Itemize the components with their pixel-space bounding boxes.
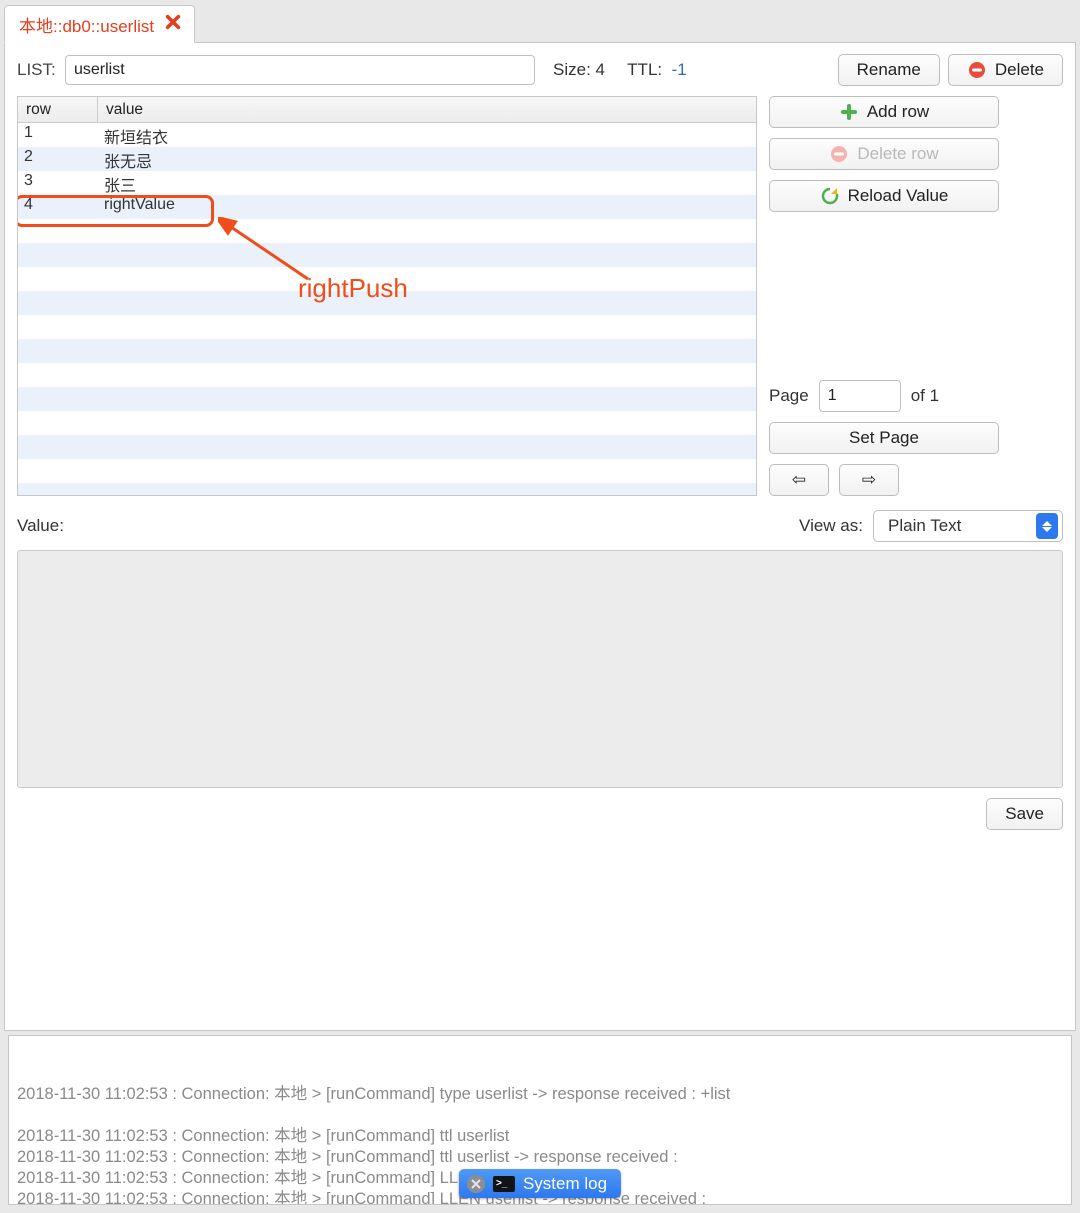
list-table[interactable]: row value 1新垣结衣2张无忌3张三4rightValue rightP… (17, 96, 757, 496)
value-label: Value: (17, 516, 64, 536)
workspace: 本地::db0::userlist LIST: Size: 4 TTL: -1 … (0, 0, 1080, 1213)
key-row: LIST: Size: 4 TTL: -1 Rename Delete (17, 54, 1063, 86)
refresh-icon (820, 186, 840, 206)
delete-row-button[interactable]: Delete row (769, 138, 999, 170)
key-name-input[interactable] (65, 55, 535, 85)
page-label: Page (769, 386, 809, 406)
close-circle-icon[interactable] (467, 1175, 485, 1193)
cell-value: 张三 (98, 171, 756, 195)
table-row[interactable]: 2张无忌 (18, 147, 756, 171)
reload-value-button[interactable]: Reload Value (769, 180, 999, 212)
save-button[interactable]: Save (986, 798, 1063, 830)
tab-strip: 本地::db0::userlist (4, 4, 1076, 42)
table-row[interactable]: 1新垣结衣 (18, 123, 756, 147)
next-page-button[interactable]: ⇨ (839, 464, 899, 496)
ttl-label: TTL: -1 (613, 60, 687, 80)
cell-row: 2 (18, 147, 98, 171)
close-icon[interactable] (164, 13, 182, 36)
prev-page-button[interactable]: ⇦ (769, 464, 829, 496)
cell-row: 1 (18, 123, 98, 147)
cell-value: 新垣结衣 (98, 123, 756, 147)
system-log-toggle[interactable]: >_ System log (459, 1169, 621, 1198)
viewas-select[interactable]: Plain Text (873, 510, 1063, 542)
system-log-panel: 2018-11-30 11:02:53 : Connection: 本地 > [… (8, 1035, 1072, 1205)
col-value[interactable]: value (98, 97, 756, 122)
viewas-selected: Plain Text (888, 516, 961, 536)
table-row[interactable]: 4rightValue (18, 195, 756, 219)
table-row[interactable]: 3张三 (18, 171, 756, 195)
add-row-button[interactable]: Add row (769, 96, 999, 128)
rename-button[interactable]: Rename (838, 54, 940, 86)
value-section: Value: View as: Plain Text Save (17, 510, 1063, 830)
cell-row: 3 (18, 171, 98, 195)
delete-button[interactable]: Delete (948, 54, 1063, 86)
side-column: Add row Delete row Reload Value (769, 96, 999, 496)
page-of: of 1 (911, 386, 939, 406)
col-row[interactable]: row (18, 97, 98, 122)
minus-circle-icon (967, 60, 987, 80)
page-row: Page of 1 (769, 380, 999, 412)
cell-row: 4 (18, 195, 98, 219)
terminal-icon: >_ (493, 1176, 515, 1192)
tab-userlist[interactable]: 本地::db0::userlist (4, 5, 195, 43)
set-page-button[interactable]: Set Page (769, 422, 999, 454)
page-input[interactable] (819, 380, 901, 412)
size-label: Size: 4 (553, 60, 605, 80)
table-header: row value (18, 97, 756, 123)
type-label: LIST: (17, 60, 57, 80)
minus-circle-faded-icon (829, 144, 849, 164)
viewas-label: View as: (799, 516, 863, 536)
cell-value: rightValue (98, 195, 756, 219)
tab-title: 本地::db0::userlist (19, 12, 154, 37)
value-textarea[interactable] (17, 550, 1063, 788)
up-down-icon (1036, 513, 1058, 539)
cell-value: 张无忌 (98, 147, 756, 171)
system-log-label: System log (523, 1173, 607, 1194)
main-panel: LIST: Size: 4 TTL: -1 Rename Delete (4, 42, 1076, 1031)
plus-icon (839, 102, 859, 122)
arrow-right-icon: ⇨ (862, 470, 876, 490)
arrow-left-icon: ⇦ (792, 470, 806, 490)
